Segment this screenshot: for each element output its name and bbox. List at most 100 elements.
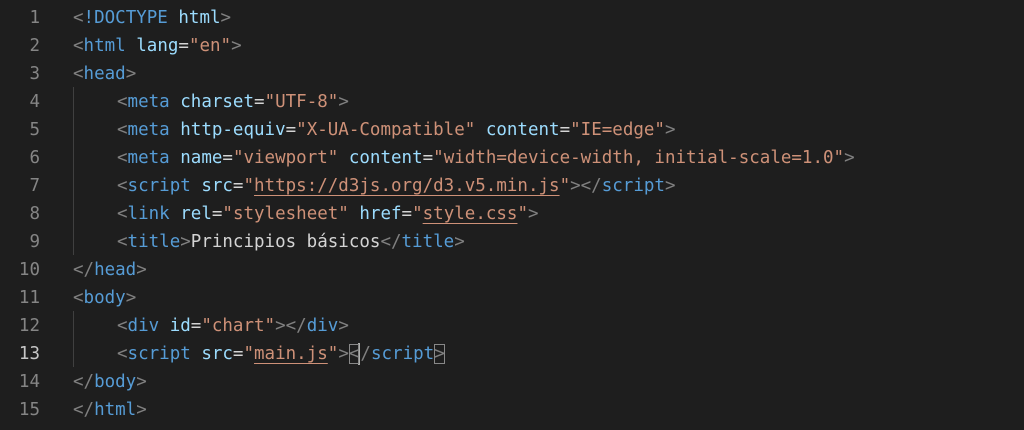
- token-attr: src: [201, 176, 233, 196]
- token-punct: ></: [275, 316, 307, 336]
- token-punct: <: [73, 288, 84, 308]
- token-str: ": [412, 204, 423, 224]
- line-code[interactable]: <script src="https://d3js.org/d3.v5.min.…: [117, 172, 675, 200]
- code-line-13[interactable]: 13 <script src="main.js"></script>: [0, 340, 1024, 368]
- token-text: =: [178, 36, 189, 56]
- token-tag: title: [401, 232, 455, 252]
- code-line-4[interactable]: 4 <meta charset="UTF-8">: [0, 88, 1024, 116]
- line-number: 14: [18, 372, 40, 392]
- token-punct: >: [125, 288, 137, 308]
- line-code[interactable]: <script src="main.js"></script>: [117, 340, 445, 368]
- token-str: "X-UA-Compatible": [296, 120, 476, 140]
- token-tag: html: [83, 36, 126, 56]
- token-str: ": [559, 176, 571, 196]
- token-punct: <: [117, 148, 128, 168]
- token-tag: script: [601, 176, 665, 196]
- token-tag: div: [127, 316, 160, 336]
- line-code[interactable]: <div id="chart"></div>: [117, 312, 349, 340]
- token-text: Principios básicos: [190, 232, 381, 252]
- token-attr: id: [169, 316, 191, 336]
- code-line-9[interactable]: 9 <title>Principios básicos</title>: [0, 228, 1024, 256]
- line-code[interactable]: </html>: [73, 396, 147, 424]
- token-tag: script: [370, 344, 435, 364]
- line-code[interactable]: <link rel="stylesheet" href="style.css">: [117, 200, 539, 228]
- line-code[interactable]: </body>: [73, 368, 147, 396]
- token-punct: >: [664, 176, 676, 196]
- bracket-match-highlight: >: [434, 344, 445, 364]
- token-text: =: [190, 316, 202, 336]
- token-tag: title: [127, 232, 181, 252]
- line-number: 13: [18, 344, 40, 364]
- code-line-15[interactable]: 15 </html>: [0, 396, 1024, 424]
- line-code[interactable]: <head>: [73, 60, 136, 88]
- token-punct: <: [73, 8, 84, 28]
- line-number: 9: [29, 232, 40, 252]
- code-line-10[interactable]: 10 </head>: [0, 256, 1024, 284]
- line-code[interactable]: <html lang="en">: [73, 32, 242, 60]
- token-attr: rel: [180, 204, 212, 224]
- token-punct: >: [136, 372, 147, 392]
- line-number: 7: [29, 176, 40, 196]
- line-code[interactable]: <body>: [73, 284, 136, 312]
- line-code[interactable]: <meta http-equiv="X-UA-Compatible" conte…: [117, 116, 676, 144]
- token-str: "UTF-8": [264, 92, 339, 112]
- code-line-1[interactable]: 1 <!DOCTYPE html>: [0, 4, 1024, 32]
- line-code[interactable]: <title>Principios básicos</title>: [117, 228, 465, 256]
- token-punct: /: [360, 344, 371, 364]
- line-number: 5: [29, 120, 40, 140]
- token-punct: <: [73, 64, 84, 84]
- token-link: main.js: [254, 344, 328, 364]
- line-code[interactable]: <!DOCTYPE html>: [73, 4, 231, 32]
- token-punct: </: [380, 232, 402, 252]
- token-attr: charset: [180, 92, 255, 112]
- code-line-14[interactable]: 14 </body>: [0, 368, 1024, 396]
- code-line-5[interactable]: 5 <meta http-equiv="X-UA-Compatible" cont…: [0, 116, 1024, 144]
- token-tag: meta: [127, 92, 170, 112]
- line-code[interactable]: <meta charset="UTF-8">: [117, 88, 349, 116]
- line-code[interactable]: <meta name="viewport" content="width=dev…: [117, 144, 855, 172]
- token-attr: lang: [136, 36, 179, 56]
- token-punct: >: [338, 344, 349, 364]
- line-number: 2: [29, 36, 40, 56]
- token-link: https://d3js.org/d3.v5.min.js: [254, 176, 560, 196]
- token-str: "width=device-width, initial-scale=1.0": [433, 148, 845, 168]
- token-tag: script: [127, 344, 191, 364]
- code-line-11[interactable]: 11 <body>: [0, 284, 1024, 312]
- token-tag: html: [94, 400, 137, 420]
- token-punct: <: [117, 120, 128, 140]
- token-punct: </: [73, 372, 95, 392]
- token-tag: head: [83, 64, 126, 84]
- token-attr: src: [201, 344, 233, 364]
- token-text: =: [285, 120, 297, 140]
- code-line-3[interactable]: 3 <head>: [0, 60, 1024, 88]
- line-number: 15: [18, 400, 40, 420]
- code-line-6[interactable]: 6 <meta name="viewport" content="width=de…: [0, 144, 1024, 172]
- token-punct: >: [338, 92, 349, 112]
- code-line-2[interactable]: 2 <html lang="en">: [0, 32, 1024, 60]
- token-punct: >: [454, 232, 465, 252]
- token-punct: <: [117, 316, 128, 336]
- token-punct: </: [73, 400, 95, 420]
- token-str: "stylesheet": [222, 204, 349, 224]
- code-line-7[interactable]: 7 <script src="https://d3js.org/d3.v5.min…: [0, 172, 1024, 200]
- token-text: =: [422, 148, 434, 168]
- line-number: 12: [18, 316, 40, 336]
- line-number: 11: [18, 288, 40, 308]
- token-tag: meta: [127, 120, 170, 140]
- code-editor[interactable]: 1 <!DOCTYPE html> 2 <html lang="en"> 3 <head>…: [0, 0, 1024, 430]
- token-tag: script: [127, 176, 191, 196]
- line-number: 3: [29, 64, 40, 84]
- token-str: "chart": [201, 316, 276, 336]
- line-code[interactable]: </head>: [73, 256, 147, 284]
- code-line-12[interactable]: 12 <div id="chart"></div>: [0, 312, 1024, 340]
- token-tag: !DOCTYPE: [83, 8, 168, 28]
- code-line-8[interactable]: 8 <link rel="stylesheet" href="style.css"…: [0, 200, 1024, 228]
